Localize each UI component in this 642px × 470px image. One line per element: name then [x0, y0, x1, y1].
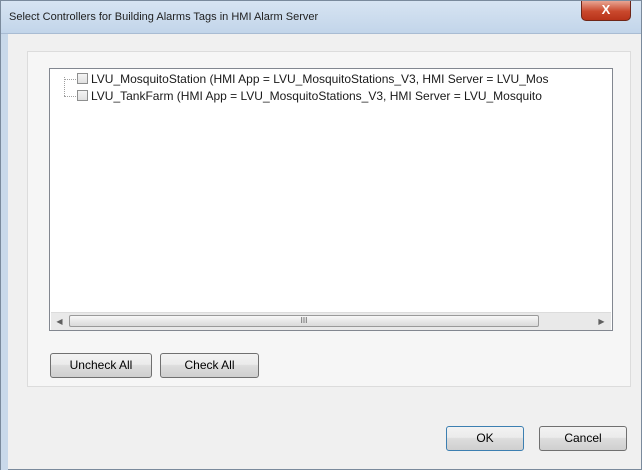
controllers-tree[interactable]: LVU_MosquitoStation (HMI App = LVU_Mosqu…	[49, 68, 613, 331]
window-title: Select Controllers for Building Alarms T…	[9, 11, 319, 23]
cancel-button[interactable]: Cancel	[539, 426, 627, 451]
window-left-edge	[1, 34, 8, 470]
scroll-left-icon[interactable]: ◀	[51, 313, 68, 330]
horizontal-scrollbar[interactable]: ◀ III ▶	[51, 312, 611, 330]
mosquito-station-checkbox[interactable]	[77, 73, 88, 84]
tree-connector	[64, 96, 76, 97]
tree-connector	[64, 79, 76, 80]
tree-node-tank-farm[interactable]: LVU_TankFarm (HMI App = LVU_MosquitoStat…	[50, 88, 610, 104]
title-bar[interactable]: Select Controllers for Building Alarms T…	[1, 1, 641, 34]
tree-node-label[interactable]: LVU_MosquitoStation (HMI App = LVU_Mosqu…	[91, 71, 549, 87]
close-icon: X	[601, 2, 611, 17]
scroll-right-icon[interactable]: ▶	[593, 313, 610, 330]
dialog-window: Select Controllers for Building Alarms T…	[0, 0, 642, 470]
scroll-thumb[interactable]: III	[69, 315, 539, 327]
tank-farm-checkbox[interactable]	[77, 90, 88, 101]
close-button[interactable]: X	[581, 1, 631, 21]
check-all-button[interactable]: Check All	[160, 353, 259, 378]
uncheck-all-button[interactable]: Uncheck All	[50, 353, 152, 378]
tree-node-mosquito-station[interactable]: LVU_MosquitoStation (HMI App = LVU_Mosqu…	[50, 71, 610, 87]
ok-button[interactable]: OK	[446, 426, 524, 451]
tree-node-label[interactable]: LVU_TankFarm (HMI App = LVU_MosquitoStat…	[91, 88, 542, 104]
